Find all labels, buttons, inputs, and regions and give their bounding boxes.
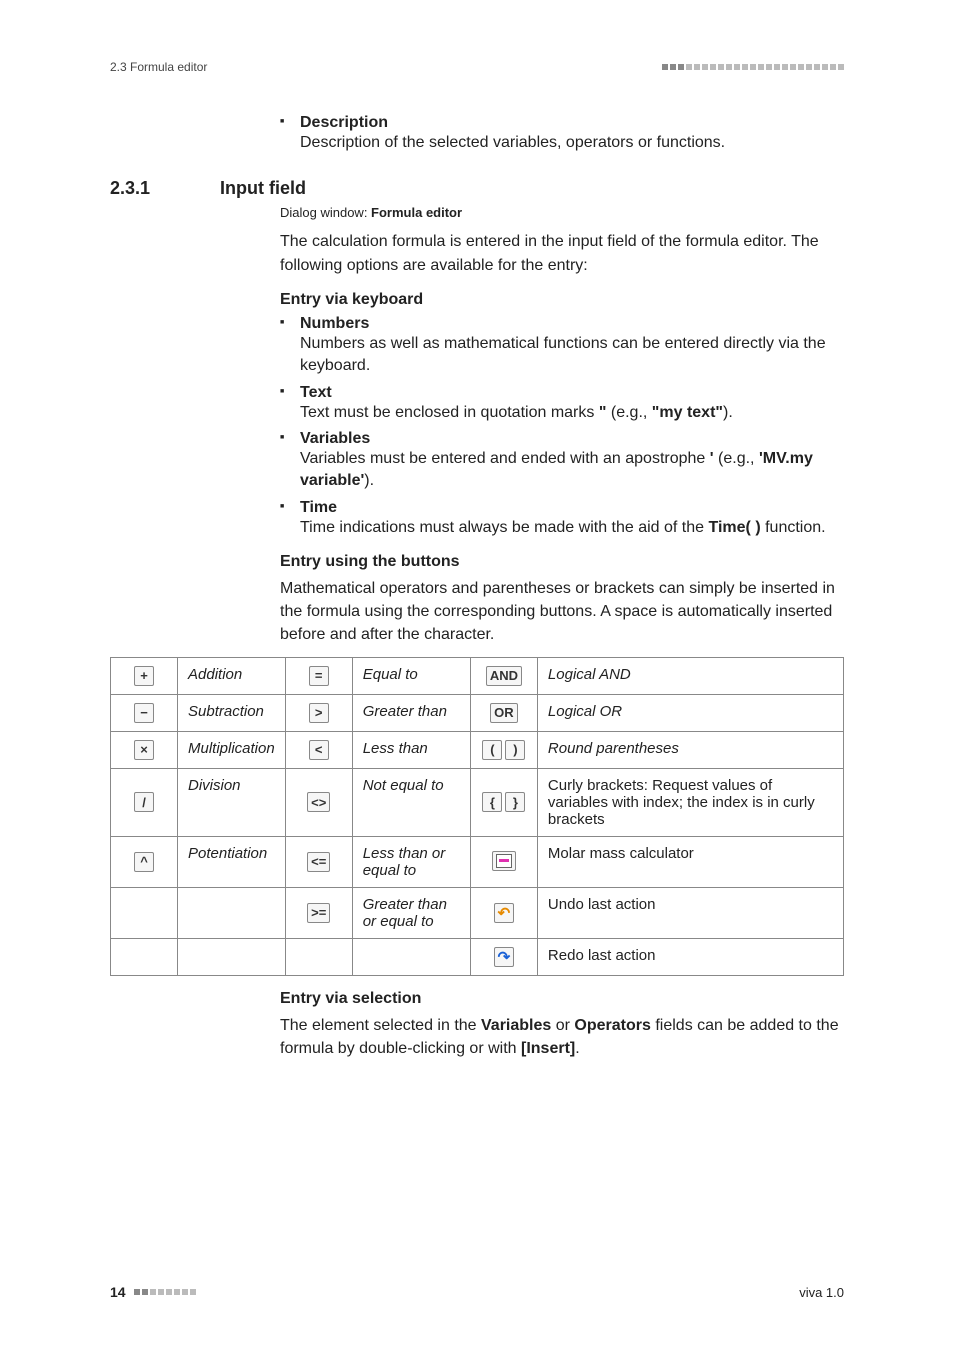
op-icon-cell: ^ <box>111 836 178 887</box>
op-icon-cell <box>111 938 178 975</box>
op-icon-cell: = <box>285 657 352 694</box>
close-brace-button[interactable]: } <box>505 792 525 812</box>
header-decoration <box>662 64 844 70</box>
dialog-window-label: Dialog window: Formula editor <box>280 205 844 220</box>
op-label: Molar mass calculator <box>537 836 843 887</box>
section-number: 2.3.1 <box>110 178 220 199</box>
op-icon-cell <box>470 836 537 887</box>
equals-button[interactable]: = <box>309 666 329 686</box>
op-icon-cell: < <box>285 731 352 768</box>
open-brace-button[interactable]: { <box>482 792 502 812</box>
bullet-description: Variables must be entered and ended with… <box>300 448 844 493</box>
close-paren-button[interactable]: ) <box>505 740 525 760</box>
op-icon-cell: <= <box>285 836 352 887</box>
keyboard-list: Numbers Numbers as well as mathematical … <box>280 315 844 539</box>
op-label: Greater than or equal to <box>352 887 470 938</box>
bullet-description: Numbers as well as mathematical function… <box>300 333 844 378</box>
selection-paragraph: The element selected in the Variables or… <box>280 1014 844 1060</box>
op-icon-cell: × <box>111 731 178 768</box>
op-label <box>178 887 286 938</box>
op-label: Greater than <box>352 694 470 731</box>
op-label: Multiplication <box>178 731 286 768</box>
op-icon-cell: / <box>111 768 178 836</box>
op-icon-cell: + <box>111 657 178 694</box>
greater-than-button[interactable]: > <box>309 703 329 723</box>
table-row: ↷ Redo last action <box>111 938 844 975</box>
gte-button[interactable]: >= <box>307 903 330 923</box>
description-list: Description Description of the selected … <box>280 114 844 154</box>
section-title: Input field <box>220 178 306 199</box>
section-heading: 2.3.1 Input field <box>110 178 844 199</box>
op-label: Subtraction <box>178 694 286 731</box>
redo-button[interactable]: ↷ <box>494 947 515 967</box>
page-footer: 14 viva 1.0 <box>110 1284 844 1300</box>
op-icon-cell: ↷ <box>470 938 537 975</box>
op-icon-cell: AND <box>470 657 537 694</box>
op-label: Less than <box>352 731 470 768</box>
footer-right: viva 1.0 <box>799 1285 844 1300</box>
bullet-description: Description of the selected variables, o… <box>300 132 844 154</box>
op-label: Equal to <box>352 657 470 694</box>
op-label: Undo last action <box>537 887 843 938</box>
op-label: Round parentheses <box>537 731 843 768</box>
op-label: Less than or equal to <box>352 836 470 887</box>
bullet-heading: Text <box>300 384 844 402</box>
op-label: Potentiation <box>178 836 286 887</box>
open-paren-button[interactable]: ( <box>482 740 502 760</box>
op-icon-cell: > <box>285 694 352 731</box>
lte-button[interactable]: <= <box>307 852 330 872</box>
table-row: ^ Potentiation <= Less than or equal to Mola… <box>111 836 844 887</box>
op-icon-cell: () <box>470 731 537 768</box>
page-header: 2.3 Formula editor <box>110 60 844 74</box>
op-label: Division <box>178 768 286 836</box>
buttons-paragraph: Mathematical operators and parentheses o… <box>280 577 844 647</box>
op-label: Logical AND <box>537 657 843 694</box>
op-label <box>178 938 286 975</box>
bullet-heading: Variables <box>300 430 844 448</box>
multiply-button[interactable]: × <box>134 740 154 760</box>
power-button[interactable]: ^ <box>134 852 154 872</box>
op-icon-cell: − <box>111 694 178 731</box>
bullet-heading: Description <box>300 114 844 132</box>
op-label: Addition <box>178 657 286 694</box>
keyboard-heading: Entry via keyboard <box>280 291 844 309</box>
selection-heading: Entry via selection <box>280 990 844 1008</box>
op-label: Redo last action <box>537 938 843 975</box>
bullet-description: Time indications must always be made wit… <box>300 517 844 539</box>
op-label: Logical OR <box>537 694 843 731</box>
table-row: /Division<>Not equal to{}Curly brackets:… <box>111 768 844 836</box>
op-label <box>352 938 470 975</box>
less-than-button[interactable]: < <box>309 740 329 760</box>
bullet-heading: Time <box>300 499 844 517</box>
or-button[interactable]: OR <box>490 703 518 723</box>
bullet-description: Text must be enclosed in quotation marks… <box>300 402 844 424</box>
molar-mass-button[interactable] <box>492 851 516 871</box>
footer-decoration <box>134 1289 196 1295</box>
table-row: >= Greater than or equal to ↶ Undo last act… <box>111 887 844 938</box>
op-icon-cell: ↶ <box>470 887 537 938</box>
bullet-heading: Numbers <box>300 315 844 333</box>
op-icon-cell <box>285 938 352 975</box>
and-button[interactable]: AND <box>486 666 522 686</box>
op-icon-cell: {} <box>470 768 537 836</box>
undo-button[interactable]: ↶ <box>494 903 515 923</box>
op-label: Not equal to <box>352 768 470 836</box>
op-icon-cell: >= <box>285 887 352 938</box>
header-section-label: 2.3 Formula editor <box>110 60 207 74</box>
intro-paragraph: The calculation formula is entered in th… <box>280 230 844 276</box>
page-number: 14 <box>110 1284 126 1300</box>
op-icon-cell <box>111 887 178 938</box>
op-icon-cell: <> <box>285 768 352 836</box>
table-row: − Subtraction > Greater than OR Logical OR <box>111 694 844 731</box>
op-icon-cell: OR <box>470 694 537 731</box>
buttons-heading: Entry using the buttons <box>280 553 844 571</box>
op-label: Curly brackets: Request values of variab… <box>537 768 843 836</box>
divide-button[interactable]: / <box>134 792 154 812</box>
plus-button[interactable]: + <box>134 666 154 686</box>
table-row: ×Multiplication<Less than()Round parenth… <box>111 731 844 768</box>
table-row: + Addition = Equal to AND Logical AND <box>111 657 844 694</box>
operators-table: + Addition = Equal to AND Logical AND − Subtrac… <box>110 657 844 976</box>
not-equal-button[interactable]: <> <box>307 792 330 812</box>
minus-button[interactable]: − <box>134 703 154 723</box>
